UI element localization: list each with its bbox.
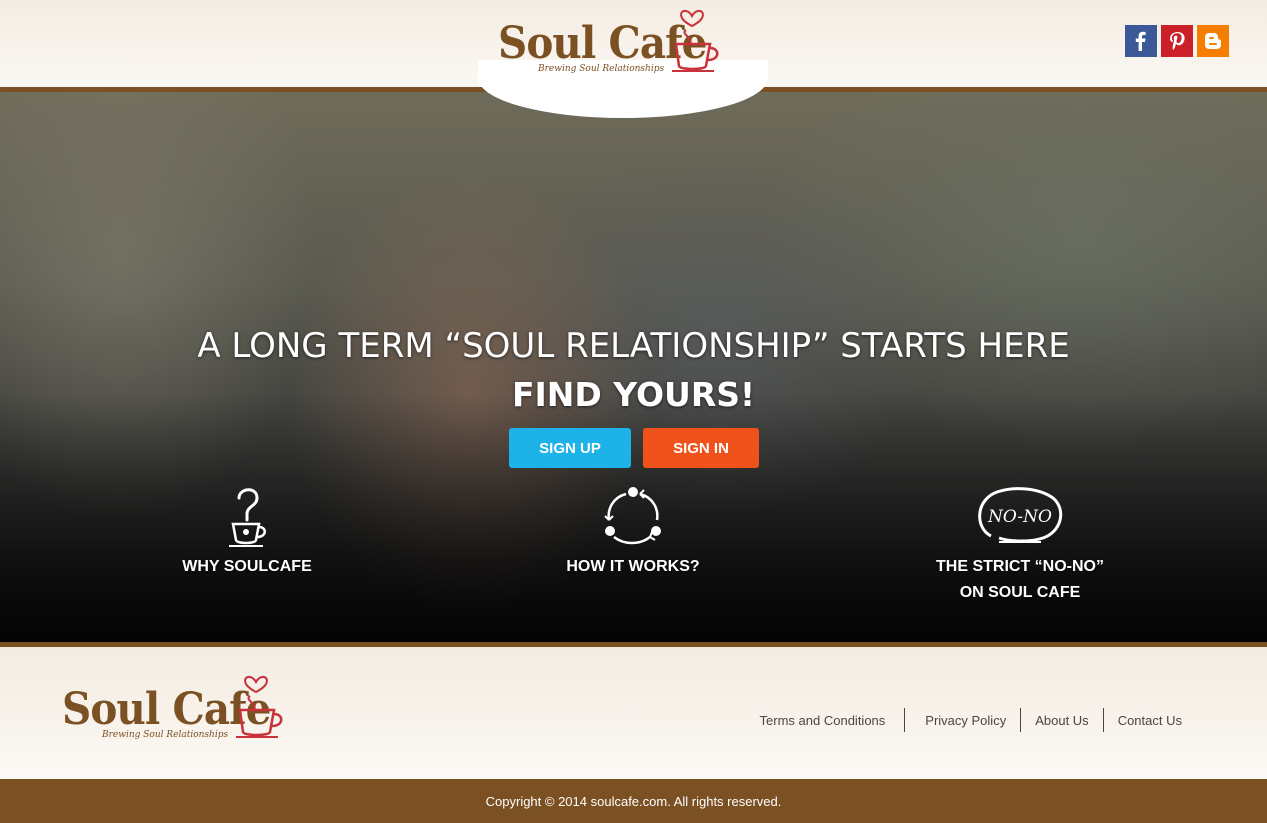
cycle-icon <box>604 487 661 545</box>
no-no-icon-text: NO-NO <box>987 507 1052 527</box>
logo-tagline: Brewing Soul Relationships <box>538 64 665 74</box>
feature-label-line1: THE STRICT “NO-NO” <box>936 558 1104 575</box>
site-logo[interactable]: Soul Cafe Brewing Soul Relationships <box>498 4 723 86</box>
hero-title: A LONG TERM “SOUL RELATIONSHIP” STARTS H… <box>197 326 1070 366</box>
feature-label: WHY SOULCAFE <box>182 558 312 575</box>
pinterest-icon <box>1170 32 1185 51</box>
blogger-link[interactable] <box>1197 25 1229 57</box>
feature-how-it-works[interactable]: HOW IT WORKS? <box>553 484 713 580</box>
terms-link[interactable]: Terms and Conditions <box>746 708 905 732</box>
footer-logo[interactable]: Soul Cafe Brewing Soul Relationships <box>62 670 287 752</box>
contact-us-link[interactable]: Contact Us <box>1104 708 1182 732</box>
blogger-icon <box>1205 33 1221 49</box>
feature-strict-no-no[interactable]: NO-NO THE STRICT “NO-NO” ON SOUL CAFE <box>920 484 1120 606</box>
feature-why-soulcafe[interactable]: WHY SOULCAFE <box>167 484 327 580</box>
feature-label: HOW IT WORKS? <box>566 558 700 575</box>
logo-tagline: Brewing Soul Relationships <box>102 730 229 740</box>
coffee-cup-heart-icon <box>672 10 719 72</box>
pinterest-link[interactable] <box>1161 25 1193 57</box>
copyright-text: Copyright © 2014 soulcafe.com. All right… <box>485 793 782 809</box>
feature-label-line2: ON SOUL CAFE <box>959 584 1081 601</box>
facebook-link[interactable] <box>1125 25 1157 57</box>
hero-subtitle: FIND YOURS! <box>511 375 756 414</box>
footer-nav: Terms and Conditions Privacy Policy Abou… <box>746 707 1182 733</box>
no-no-icon: NO-NO <box>978 487 1063 543</box>
copyright-bar: Copyright © 2014 soulcafe.com. All right… <box>0 779 1267 823</box>
coffee-question-icon <box>229 488 266 547</box>
hero-banner: A LONG TERM “SOUL RELATIONSHIP” STARTS H… <box>0 92 1267 642</box>
sign-up-button[interactable]: SIGN UP <box>509 428 631 468</box>
sign-in-button[interactable]: SIGN IN <box>643 428 759 468</box>
facebook-icon <box>1135 31 1146 51</box>
coffee-cup-heart-icon <box>236 676 283 738</box>
privacy-policy-link[interactable]: Privacy Policy <box>905 708 1020 732</box>
about-us-link[interactable]: About Us <box>1021 708 1102 732</box>
